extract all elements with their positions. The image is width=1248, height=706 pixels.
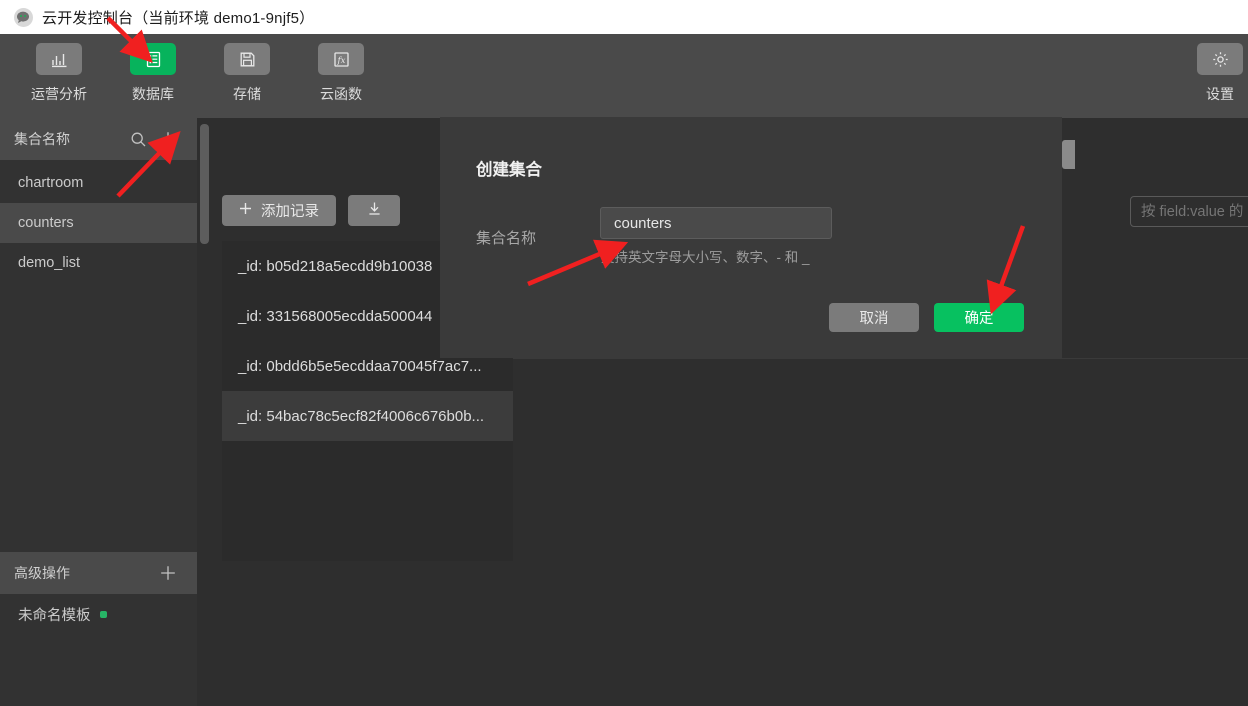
templates-list: 未命名模板 xyxy=(0,594,197,634)
nav-item-cloud-functions[interactable]: fx 云函数 xyxy=(308,43,374,104)
nav-item-analytics[interactable]: 运营分析 xyxy=(26,43,92,104)
collection-label: demo_list xyxy=(18,255,81,271)
confirm-button[interactable]: 确定 xyxy=(934,303,1024,332)
nav-item-storage[interactable]: 存储 xyxy=(214,43,280,104)
gear-icon xyxy=(1197,43,1243,75)
filter-search-input[interactable] xyxy=(1130,196,1248,227)
collection-name-label: 集合名称 xyxy=(476,230,537,247)
collection-item-demo-list[interactable]: demo_list xyxy=(0,243,197,283)
add-template-plus-icon[interactable] xyxy=(153,564,183,582)
record-id-text: _id: 331568005ecdda500044 xyxy=(238,307,433,325)
collections-header: 集合名称 xyxy=(0,118,197,160)
search-icon[interactable] xyxy=(123,131,153,148)
top-navigation: 运营分析 数据库 存储 fx 云函数 设置 xyxy=(0,34,1248,118)
add-record-button[interactable]: 添加记录 xyxy=(222,195,336,226)
record-id-text: _id: 0bdd6b5e5ecddaa70045f7ac7... xyxy=(238,357,482,375)
floppy-disk-icon xyxy=(224,43,270,75)
download-icon xyxy=(366,200,383,222)
advanced-operations-title: 高级操作 xyxy=(14,565,70,581)
collection-item-counters[interactable]: counters xyxy=(0,203,197,243)
nav-item-database[interactable]: 数据库 xyxy=(120,43,186,104)
nav-label-settings: 设置 xyxy=(1206,86,1234,102)
window-title: 云开发控制台（当前环境 demo1-9njf5） xyxy=(42,9,315,27)
nav-label-cloud-functions: 云函数 xyxy=(320,86,362,102)
nav-right-group: 设置 xyxy=(1194,43,1246,104)
detail-row-separator xyxy=(513,358,1248,359)
fx-function-icon: fx xyxy=(318,43,364,75)
status-dot-icon xyxy=(99,610,107,618)
app-root: 云开发控制台（当前环境 demo1-9njf5） 运营分析 数据库 存储 fx … xyxy=(0,0,1248,706)
add-collection-plus-icon[interactable] xyxy=(153,130,183,148)
svg-text:fx: fx xyxy=(336,55,345,65)
collection-label: chartroom xyxy=(18,175,84,191)
sidebar: 集合名称 chartroom counters demo_list 高级操作 未… xyxy=(0,118,197,706)
wechat-cloud-logo-icon xyxy=(14,7,33,27)
bar-chart-icon xyxy=(36,43,82,75)
collection-name-input[interactable] xyxy=(600,207,832,239)
collections-list: chartroom counters demo_list xyxy=(0,160,197,283)
collections-scrollbar[interactable] xyxy=(200,124,209,244)
create-collection-dialog: 创建集合 集合名称 支持英文字母大小写、数字、- 和 _ 取消 确定 xyxy=(440,117,1062,358)
title-bar: 云开发控制台（当前环境 demo1-9njf5） xyxy=(0,0,1248,34)
import-records-button[interactable] xyxy=(348,195,400,226)
plus-icon xyxy=(239,202,252,219)
pane-collapse-handle[interactable] xyxy=(1062,140,1075,169)
nav-label-database: 数据库 xyxy=(132,86,174,102)
cancel-button[interactable]: 取消 xyxy=(829,303,919,332)
record-id-text: _id: 54bac78c5ecf82f4006c676b0b... xyxy=(238,407,485,425)
nav-label-storage: 存储 xyxy=(233,86,261,102)
database-icon xyxy=(130,43,176,75)
collection-label: counters xyxy=(18,215,74,231)
collections-header-title: 集合名称 xyxy=(14,131,70,147)
collection-item-chartroom[interactable]: chartroom xyxy=(0,163,197,203)
add-record-label: 添加记录 xyxy=(261,204,319,220)
nav-item-settings[interactable]: 设置 xyxy=(1194,43,1246,104)
collection-name-hint: 支持英文字母大小写、数字、- 和 _ xyxy=(601,250,810,265)
advanced-operations-header: 高级操作 xyxy=(0,552,197,594)
template-label: 未命名模板 xyxy=(18,607,91,624)
table-row[interactable]: _id: 54bac78c5ecf82f4006c676b0b... xyxy=(222,391,513,441)
records-toolbar: 添加记录 xyxy=(222,195,400,226)
template-item[interactable]: 未命名模板 xyxy=(0,594,197,634)
record-id-text: _id: b05d218a5ecdd9b10038 xyxy=(238,257,433,275)
nav-label-analytics: 运营分析 xyxy=(31,86,87,102)
dialog-actions: 取消 确定 xyxy=(829,303,1024,332)
nav-items-group: 运营分析 数据库 存储 fx 云函数 xyxy=(26,43,374,104)
dialog-title: 创建集合 xyxy=(476,161,542,179)
